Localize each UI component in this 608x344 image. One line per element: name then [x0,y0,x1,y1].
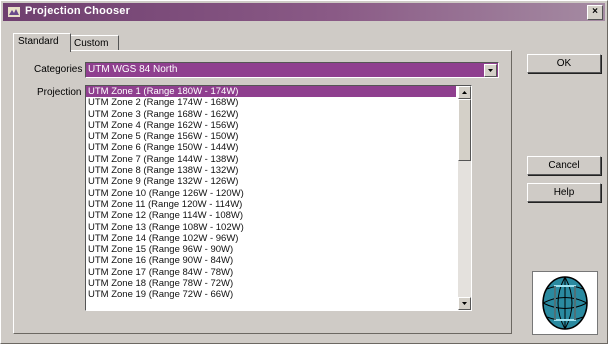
help-button[interactable]: Help [527,183,601,202]
globe-projection-icon [542,276,588,330]
projection-chooser-dialog: Projection Chooser × Standard Custom Cat… [0,0,608,344]
scroll-thumb[interactable] [458,99,471,161]
projection-app-icon [8,7,20,17]
projection-list-item[interactable]: UTM Zone 13 (Range 108W - 102W) [86,222,456,233]
projection-list-item[interactable]: UTM Zone 18 (Range 78W - 72W) [86,278,456,289]
projection-listbox[interactable]: UTM Zone 1 (Range 180W - 174W) UTM Zone 2… [85,85,472,311]
projection-list-item[interactable]: UTM Zone 8 (Range 138W - 132W) [86,165,456,176]
projection-list-item[interactable]: UTM Zone 16 (Range 90W - 84W) [86,255,456,266]
tab-custom[interactable]: Custom [69,35,119,51]
scroll-up-button[interactable] [458,86,471,99]
arrow-down-icon [462,302,467,305]
projection-list-item[interactable]: UTM Zone 1 (Range 180W - 174W) [86,86,456,98]
projection-list-item[interactable]: UTM Zone 4 (Range 162W - 156W) [86,120,456,131]
projection-list-item[interactable]: UTM Zone 9 (Range 132W - 126W) [86,176,456,187]
categories-combobox[interactable]: UTM WGS 84 North [85,62,499,78]
projection-list-item[interactable]: UTM Zone 14 (Range 102W - 96W) [86,233,456,244]
projection-list-item[interactable]: UTM Zone 2 (Range 174W - 168W) [86,97,456,108]
projection-list-item[interactable]: UTM Zone 7 (Range 144W - 138W) [86,154,456,165]
projection-items: UTM Zone 1 (Range 180W - 174W) UTM Zone 2… [86,86,456,301]
projection-list-item[interactable]: UTM Zone 11 (Range 120W - 114W) [86,199,456,210]
window-title: Projection Chooser [25,5,131,17]
projection-label: Projection [37,87,82,98]
projection-list-item[interactable]: UTM Zone 15 (Range 96W - 90W) [86,244,456,255]
chevron-down-icon [488,69,493,72]
categories-label: Categories [34,64,83,75]
globe-preview [532,271,598,335]
categories-dropdown-button[interactable] [484,64,497,77]
title-bar[interactable]: Projection Chooser × [3,3,605,21]
categories-value: UTM WGS 84 North [88,64,178,75]
projection-list-item[interactable]: UTM Zone 19 (Range 72W - 66W) [86,289,456,300]
projection-list-item[interactable]: UTM Zone 12 (Range 114W - 108W) [86,210,456,221]
projection-list-item[interactable]: UTM Zone 3 (Range 168W - 162W) [86,109,456,120]
projection-scrollbar[interactable] [458,86,471,310]
cancel-button[interactable]: Cancel [527,156,601,175]
projection-list-item[interactable]: UTM Zone 5 (Range 156W - 150W) [86,131,456,142]
scroll-down-button[interactable] [458,297,471,310]
projection-list-item[interactable]: UTM Zone 10 (Range 126W - 120W) [86,188,456,199]
ok-button[interactable]: OK [527,54,601,73]
projection-list-item[interactable]: UTM Zone 6 (Range 150W - 144W) [86,142,456,153]
tab-standard[interactable]: Standard [13,33,71,52]
projection-list-item[interactable]: UTM Zone 17 (Range 84W - 78W) [86,267,456,278]
close-button[interactable]: × [587,5,603,20]
arrow-up-icon [462,91,467,94]
